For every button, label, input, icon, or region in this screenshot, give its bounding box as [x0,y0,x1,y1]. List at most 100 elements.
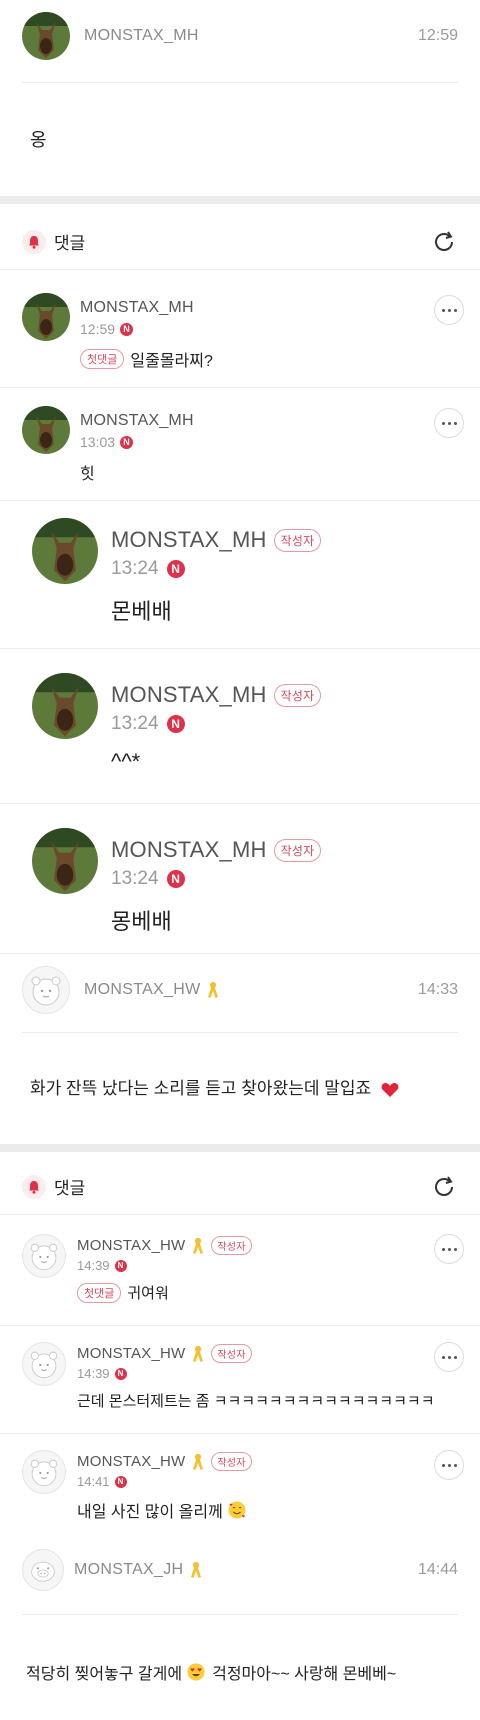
post-text: 화가 잔뜩 났다는 소리를 듣고 찾아왔는데 말입죠 [30,1079,372,1098]
avatar[interactable] [22,1450,66,1494]
author-name: MONSTAX_MH [80,412,194,429]
author-name: MONSTAX_MH [111,527,267,552]
writer-tag: 작성자 [273,528,322,552]
post-time: 14:44 [417,1561,458,1578]
avatar[interactable] [22,12,70,60]
comments-label: 댓글 [54,1179,86,1198]
comment-item: MONSTAX_HW 작성자 14:41 N 내일 사진 많이 올리께 [0,1434,480,1534]
avatar[interactable] [22,1234,66,1278]
avatar[interactable] [22,293,70,341]
avatar[interactable] [22,966,70,1014]
comment-author[interactable]: MONSTAX_MH 작성자 [111,682,322,708]
heart-eyes-emoji [187,1663,205,1681]
post-divider [22,1032,458,1033]
comment-body: 귀여워 [127,1285,169,1302]
post-text: 걱정마아~~ 사랑해 몬베베~ [212,1666,397,1683]
avatar[interactable] [22,1342,66,1386]
comment-body: 힛 [80,466,95,483]
author-name: MONSTAX_HW [77,1345,186,1362]
post-author[interactable]: MONSTAX_HW [84,981,200,999]
comment-author[interactable]: MONSTAX_HW 작성자 [77,1236,252,1255]
comment-time: 13:24 N [111,713,185,735]
new-badge: N [114,1367,127,1380]
comment-item: MONSTAX_MH 작성자 13:24 N 몬베배 [0,501,480,649]
yellow-ribbon-icon [193,1453,204,1470]
comment-body: 일줄몰라찌? [130,353,213,370]
heart-emoji [381,1082,399,1097]
post-2: MONSTAX_HW 14:33 화가 잔뜩 났다는 소리를 듣고 찾아왔는데 … [0,954,480,1144]
comment-author[interactable]: MONSTAX_MH 작성자 [111,527,322,553]
more-icon[interactable] [434,408,464,438]
new-badge: N [114,1259,127,1272]
time-text: 13:03 [80,434,116,450]
post-body: 화가 잔뜩 났다는 소리를 듣고 찾아왔는데 말입죠 [30,1074,400,1100]
comment-text: 몽베배 [111,904,172,936]
writer-tag: 작성자 [273,683,322,707]
avatar[interactable] [32,518,98,584]
comment-author[interactable]: MONSTAX_MH [80,299,194,317]
yellow-ribbon-icon [193,1345,204,1362]
refresh-icon[interactable] [430,228,458,256]
yellow-ribbon-icon [208,982,219,998]
comment-item: MONSTAX_MH 12:59 N 첫댓글 일줄몰라찌? [0,271,480,388]
comment-body: 근데 몬스터제트는 좀 ㅋㅋㅋㅋㅋㅋㅋㅋㅋㅋㅋㅋㅋㅋㅋㅋ [77,1393,435,1410]
time-text: 12:59 [80,321,116,337]
comment-text: ^^* [111,749,140,775]
comment-time: 12:59 N [80,321,134,337]
comment-item: MONSTAX_HW 작성자 14:39 N 첫댓글 귀여워 [0,1216,480,1326]
comment-text: 내일 사진 많이 올리께 [77,1498,247,1522]
yellow-ribbon-icon [191,1562,202,1578]
comment-time: 14:39 N [77,1258,127,1273]
new-badge: N [166,870,185,888]
post-header: MONSTAX_JH 14:44 [22,1544,458,1596]
comment-item: MONSTAX_MH 작성자 13:24 N ^^* [0,649,480,804]
writer-tag: 작성자 [273,838,322,862]
comment-body: 몽베배 [111,909,172,934]
smiling-hearts-emoji [228,1501,246,1519]
time-text: 13:24 [111,558,159,579]
time-text: 14:39 [77,1366,110,1381]
writer-tag: 작성자 [211,1452,252,1471]
avatar[interactable] [22,1549,64,1591]
author-name: MONSTAX_MH [111,837,267,862]
comment-item: MONSTAX_HW 작성자 14:39 N 근데 몬스터제트는 좀 ㅋㅋㅋㅋㅋㅋㅋ… [0,1326,480,1434]
comment-time: 13:24 N [111,558,185,580]
more-icon[interactable] [434,295,464,325]
post-header: MONSTAX_HW 14:33 [22,964,458,1016]
post-author[interactable]: MONSTAX_MH [84,27,199,45]
post-1: MONSTAX_MH 12:59 옹 [0,0,480,183]
more-icon[interactable] [434,1234,464,1264]
more-icon[interactable] [434,1342,464,1372]
author-name: MONSTAX_HW [77,1453,186,1470]
author-name: MONSTAX_MH [111,682,267,707]
avatar[interactable] [32,828,98,894]
post-divider [22,1614,458,1615]
comment-author[interactable]: MONSTAX_MH [80,412,194,430]
more-icon[interactable] [434,1450,464,1480]
section-separator [0,1144,480,1152]
comment-text: 근데 몬스터제트는 좀 ㅋㅋㅋㅋㅋㅋㅋㅋㅋㅋㅋㅋㅋㅋㅋㅋ [77,1390,435,1411]
comment-body: ^^* [111,749,141,774]
comment-author[interactable]: MONSTAX_HW 작성자 [77,1344,252,1363]
section-separator [0,196,480,204]
post-text: 적당히 찢어놓구 갈게에 [26,1666,183,1683]
post-body: 옹 [30,130,47,150]
comment-author[interactable]: MONSTAX_HW 작성자 [77,1452,252,1471]
comments-label: 댓글 [54,234,86,253]
time-text: 14:39 [77,1258,110,1273]
avatar[interactable] [22,406,70,454]
bell-icon[interactable] [22,229,46,254]
comment-text: 첫댓글 일줄몰라찌? [80,347,213,371]
writer-tag: 작성자 [211,1344,252,1363]
bell-icon[interactable] [22,1174,46,1199]
time-text: 13:24 [111,868,159,889]
avatar[interactable] [32,673,98,739]
author-name: MONSTAX_HW [77,1237,186,1254]
comment-author[interactable]: MONSTAX_MH 작성자 [111,837,322,863]
post-time: 14:33 [417,981,458,998]
refresh-icon[interactable] [430,1173,458,1201]
comment-text: 힛 [80,460,95,484]
new-badge: N [120,322,134,336]
comments-bar: 댓글 [0,1159,480,1215]
post-author[interactable]: MONSTAX_JH [74,1561,183,1579]
